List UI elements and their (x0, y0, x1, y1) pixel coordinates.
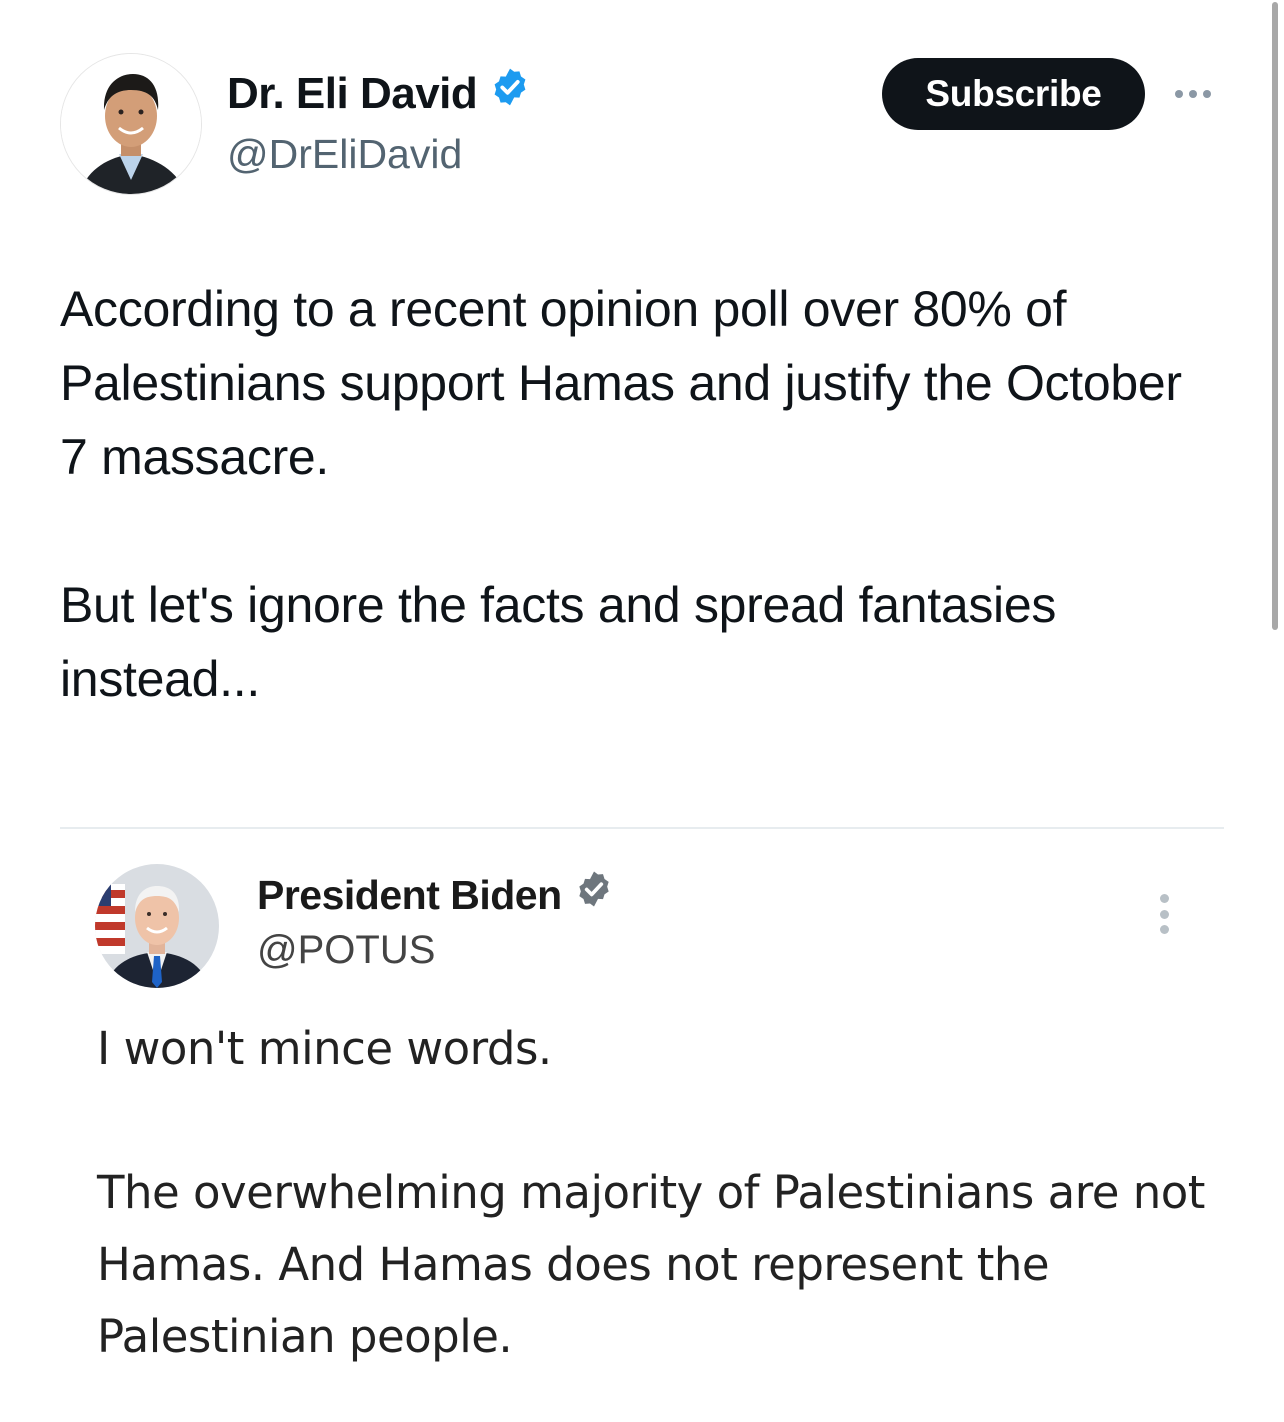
quoted-paragraph: I won't mince words. (97, 1022, 552, 1075)
author-handle[interactable]: @DrEliDavid (227, 128, 462, 180)
scrollbar[interactable] (1272, 2, 1278, 630)
quoted-handle[interactable]: @POTUS (257, 924, 435, 976)
verified-badge-icon[interactable] (574, 868, 614, 922)
author-avatar[interactable] (60, 53, 202, 195)
more-horizontal-icon[interactable] (1175, 86, 1223, 102)
tweet-paragraph: But let's ignore the facts and spread fa… (60, 577, 1057, 707)
quoted-name-text: President Biden (257, 872, 562, 918)
subscribe-button[interactable]: Subscribe (882, 58, 1145, 130)
verified-badge-icon[interactable] (489, 66, 531, 122)
more-vertical-icon[interactable] (1158, 894, 1170, 934)
quoted-display-name[interactable]: President Biden (257, 868, 614, 922)
tweet-paragraph: According to a recent opinion poll over … (60, 281, 1182, 485)
author-avatar-image (61, 54, 201, 194)
quoted-avatar-image (95, 864, 219, 988)
author-display-name[interactable]: Dr. Eli David (227, 66, 531, 122)
author-name-text: Dr. Eli David (227, 69, 478, 118)
quoted-tweet-body: I won't mince words. The overwhelming ma… (97, 1013, 1217, 1373)
quoted-avatar[interactable] (95, 864, 219, 988)
divider (60, 827, 1224, 829)
tweet-body: According to a recent opinion poll over … (60, 272, 1220, 716)
quoted-paragraph: The overwhelming majority of Palestinian… (97, 1166, 1205, 1363)
